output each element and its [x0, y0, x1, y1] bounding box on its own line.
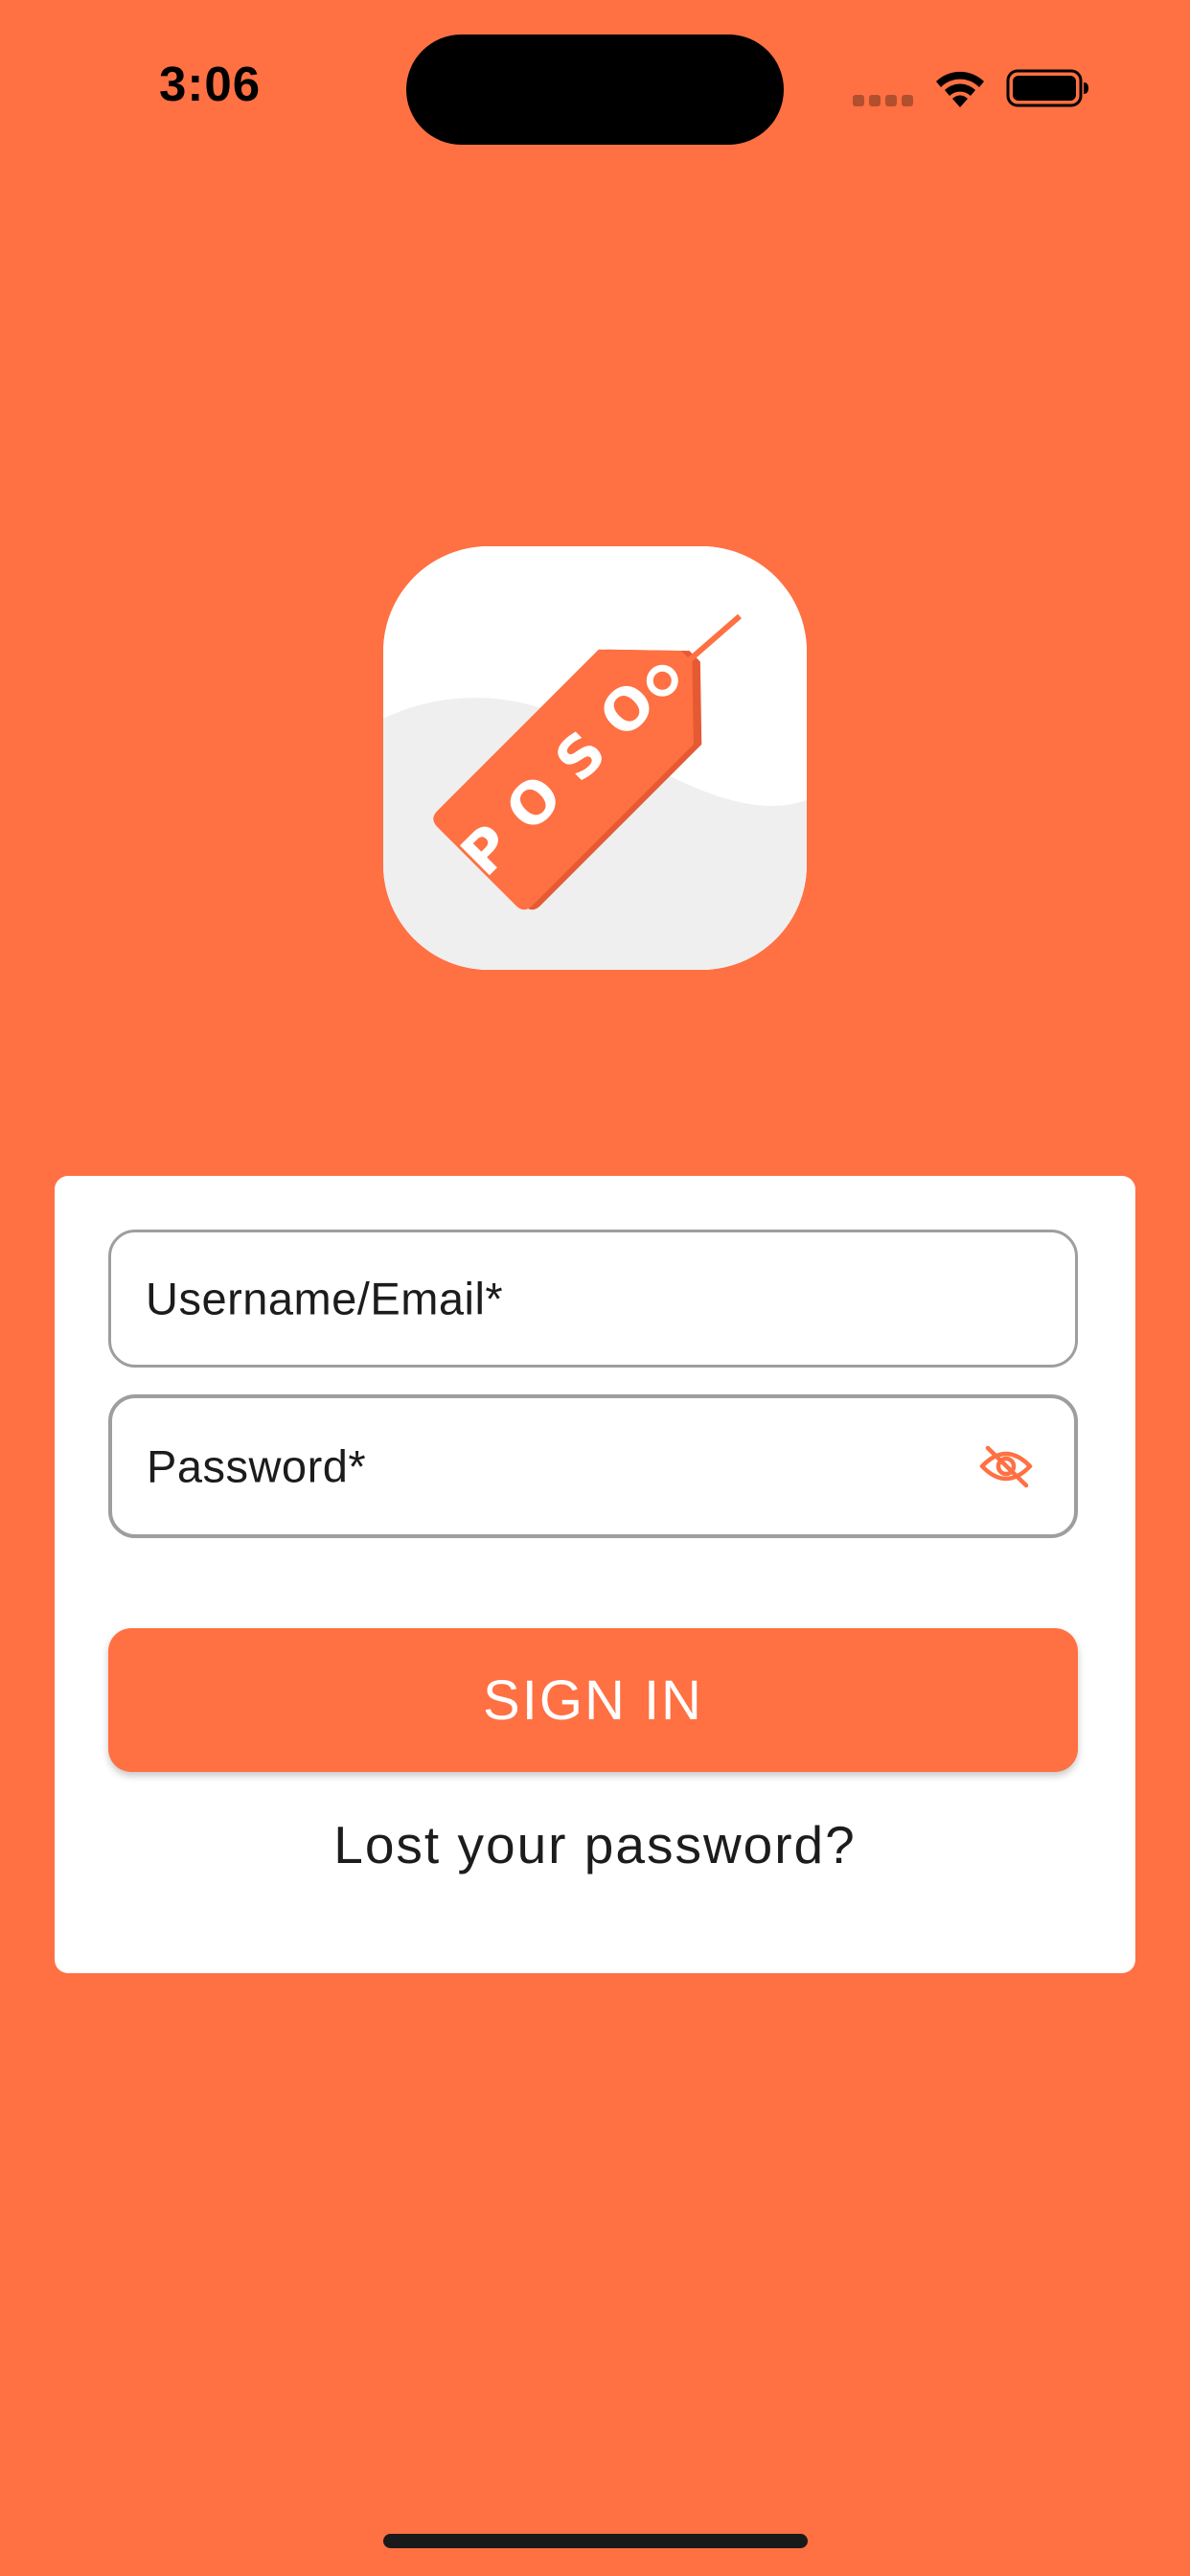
username-email-label: Username/Email* [146, 1273, 504, 1324]
password-field[interactable]: Password* [108, 1394, 1078, 1538]
home-indicator[interactable] [383, 2534, 808, 2548]
battery-icon [1006, 69, 1088, 107]
dynamic-island [406, 34, 784, 145]
password-label: Password* [147, 1440, 367, 1492]
lost-password-link[interactable]: Lost your password? [55, 1814, 1135, 1875]
status-time: 3:06 [159, 57, 262, 111]
eye-off-icon[interactable] [978, 1443, 1034, 1489]
sign-in-button[interactable]: SIGN IN [108, 1628, 1078, 1772]
username-email-field[interactable]: Username/Email* [108, 1230, 1078, 1368]
wifi-icon [936, 71, 984, 107]
login-card: Username/Email* Password* SIGN IN Lost y… [55, 1176, 1135, 1973]
cellular-signal-icon [853, 95, 914, 106]
app-logo: POSO [383, 546, 807, 970]
poso-tag-logo: POSO [383, 546, 807, 970]
